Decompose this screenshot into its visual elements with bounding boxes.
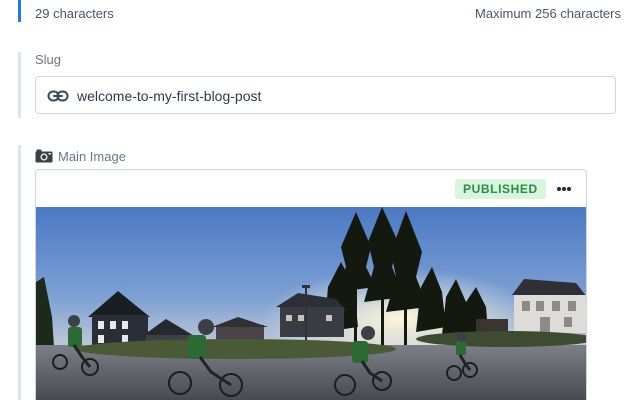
title-field-footer: 29 characters Maximum 256 characters bbox=[18, 0, 621, 22]
max-length-hint: Maximum 256 characters bbox=[475, 6, 621, 21]
link-icon bbox=[47, 90, 69, 102]
document-editor: 29 characters Maximum 256 characters Slu… bbox=[0, 0, 627, 400]
slug-label: Slug bbox=[35, 52, 62, 67]
image-card[interactable]: PUBLISHED bbox=[35, 169, 587, 400]
character-count: 29 characters bbox=[35, 6, 114, 21]
image-card-header: PUBLISHED bbox=[36, 170, 586, 207]
more-options-button[interactable] bbox=[546, 177, 582, 201]
status-badge: PUBLISHED bbox=[455, 179, 546, 199]
slug-value: welcome-to-my-first-blog-post bbox=[77, 88, 262, 104]
slug-input[interactable]: welcome-to-my-first-blog-post bbox=[35, 76, 616, 114]
main-image-label: Main Image bbox=[58, 149, 126, 164]
slug-field: Slug welcome-to-my-first-blog-post bbox=[18, 52, 621, 118]
main-image-field: Main Image PUBLISHED bbox=[18, 145, 621, 400]
more-horizontal-icon bbox=[557, 187, 561, 191]
main-image-preview[interactable] bbox=[36, 207, 587, 400]
camera-icon bbox=[35, 149, 53, 163]
